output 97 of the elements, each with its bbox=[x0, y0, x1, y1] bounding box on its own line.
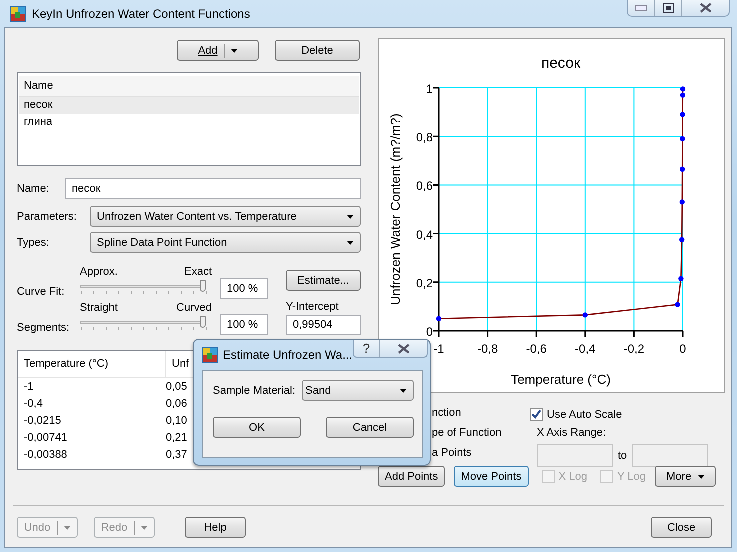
option-label: pe of Function bbox=[432, 427, 503, 441]
table-cell-text: -0,4 bbox=[23, 398, 44, 412]
app-icon bbox=[10, 6, 26, 22]
data-point[interactable] bbox=[680, 92, 686, 98]
field-label: Types: bbox=[17, 236, 50, 248]
data-point[interactable] bbox=[680, 166, 686, 172]
tick-label: -0,2 bbox=[624, 342, 645, 356]
tick-label: -0,4 bbox=[575, 342, 596, 356]
caret-icon bbox=[698, 474, 705, 478]
table-cell: 0,21 bbox=[166, 432, 188, 446]
table-cell-text: -0,00388 bbox=[23, 449, 68, 463]
table-cell-text: -0,00741 bbox=[23, 432, 68, 446]
tick-label: -1 bbox=[434, 342, 444, 356]
tool-button[interactable]: Move Points bbox=[454, 466, 529, 487]
field-label: Parameters: bbox=[17, 210, 78, 222]
data-point[interactable] bbox=[675, 302, 680, 308]
tick-label: 0,8 bbox=[416, 130, 433, 145]
data-point[interactable] bbox=[678, 276, 684, 282]
data-point[interactable] bbox=[680, 112, 686, 118]
add-button[interactable]: Add bbox=[177, 40, 259, 61]
data-point[interactable] bbox=[582, 312, 588, 318]
caret-icon bbox=[347, 214, 354, 218]
column-header: Name bbox=[19, 76, 359, 97]
data-point[interactable] bbox=[680, 86, 686, 92]
list-item[interactable]: песок bbox=[19, 97, 359, 114]
field-label: Curve Fit: bbox=[17, 286, 66, 298]
table-cell: 0,06 bbox=[166, 398, 188, 412]
field-label: Name: bbox=[17, 182, 50, 194]
slider-max-label: Curved bbox=[176, 302, 212, 315]
tick-label: 0,4 bbox=[416, 228, 433, 242]
window-title: KeyIn Unfrozen Water Content Functions bbox=[32, 6, 250, 20]
y-intercept-field[interactable]: 0,99504 bbox=[286, 315, 361, 335]
auto-scale-checkbox[interactable] bbox=[530, 408, 543, 421]
field-label: Sample Material: bbox=[213, 384, 296, 396]
caret-icon bbox=[64, 526, 71, 530]
data-point[interactable] bbox=[680, 237, 685, 242]
range-max-field[interactable] bbox=[632, 444, 708, 467]
data-point[interactable] bbox=[680, 136, 686, 142]
caret-icon bbox=[140, 526, 148, 530]
field-label: Y-Intercept bbox=[286, 301, 340, 313]
more-button[interactable]: More bbox=[655, 466, 716, 487]
range-to-label: to bbox=[618, 450, 628, 462]
slider-min-label: Approx. bbox=[80, 266, 118, 279]
tool-button[interactable]: Add Points bbox=[378, 466, 446, 487]
percent-field[interactable]: 100 % bbox=[220, 314, 268, 335]
data-point[interactable] bbox=[436, 316, 442, 322]
percent-field[interactable]: 100 % bbox=[220, 278, 268, 299]
sample-material-dropdown[interactable]: Sand bbox=[302, 380, 414, 401]
option-label: a Points bbox=[432, 447, 473, 461]
table-cell-text: -1 bbox=[23, 381, 35, 395]
slider-thumb[interactable] bbox=[200, 316, 206, 328]
tick-label: 0 bbox=[680, 342, 686, 356]
field-label: Segments: bbox=[17, 322, 71, 334]
axis-title: Unfrozen Water Content (m?/m?) bbox=[388, 114, 403, 306]
option-label: nction bbox=[432, 407, 462, 421]
table-cell: 0,10 bbox=[166, 415, 188, 429]
tick-label: -0,6 bbox=[526, 342, 547, 356]
checkbox-label: Y Log bbox=[617, 470, 646, 482]
slider-max-label: Exact bbox=[184, 266, 212, 279]
estimate-button[interactable]: Estimate... bbox=[286, 270, 361, 291]
tick-label: 0,2 bbox=[416, 276, 433, 290]
column-header: Unf bbox=[171, 357, 190, 372]
minimize-icon bbox=[635, 5, 647, 11]
help-button[interactable]: Help bbox=[185, 517, 246, 538]
caret-icon bbox=[400, 388, 407, 392]
checkbox-label[interactable]: Use Auto Scale bbox=[547, 408, 622, 420]
field-label: X Axis Range: bbox=[537, 427, 608, 439]
dialog-title: Estimate Unfrozen Wa... bbox=[223, 348, 353, 362]
range-min-field[interactable] bbox=[537, 444, 613, 467]
close-icon bbox=[396, 344, 410, 354]
types-dropdown[interactable]: Spline Data Point Function bbox=[90, 232, 361, 253]
delete-button[interactable]: Delete bbox=[275, 40, 360, 61]
caret-icon bbox=[347, 240, 354, 244]
name-field[interactable]: песок bbox=[65, 178, 361, 199]
caret-icon bbox=[230, 48, 238, 52]
tick-label: 1 bbox=[426, 82, 433, 96]
maximize-icon bbox=[662, 3, 674, 13]
cancel-button[interactable]: Cancel bbox=[326, 417, 414, 438]
tick-label: 0 bbox=[426, 325, 433, 339]
table-cell: 0,05 bbox=[166, 381, 188, 395]
list-item[interactable]: глина bbox=[19, 114, 359, 131]
axis-title: Temperature (°C) bbox=[511, 372, 611, 387]
chart-title: песок bbox=[541, 55, 581, 72]
parameters-dropdown[interactable]: Unfrozen Water Content vs. Temperature bbox=[90, 206, 361, 227]
app-icon bbox=[202, 347, 218, 363]
table-cell-text: -0,0215 bbox=[23, 415, 62, 429]
column-header: Temperature (°C) bbox=[18, 351, 166, 377]
slider-min-label: Straight bbox=[80, 302, 118, 315]
ok-button[interactable]: OK bbox=[213, 417, 301, 438]
checkbox-label: X Log bbox=[558, 470, 588, 482]
data-point[interactable] bbox=[680, 200, 685, 205]
tick-label: 0,6 bbox=[416, 179, 433, 194]
close-button[interactable]: Close bbox=[651, 517, 712, 538]
close-icon bbox=[698, 3, 712, 13]
slider-thumb[interactable] bbox=[200, 280, 206, 292]
tick-label: -0,8 bbox=[477, 342, 498, 356]
table-cell: 0,37 bbox=[166, 449, 188, 463]
